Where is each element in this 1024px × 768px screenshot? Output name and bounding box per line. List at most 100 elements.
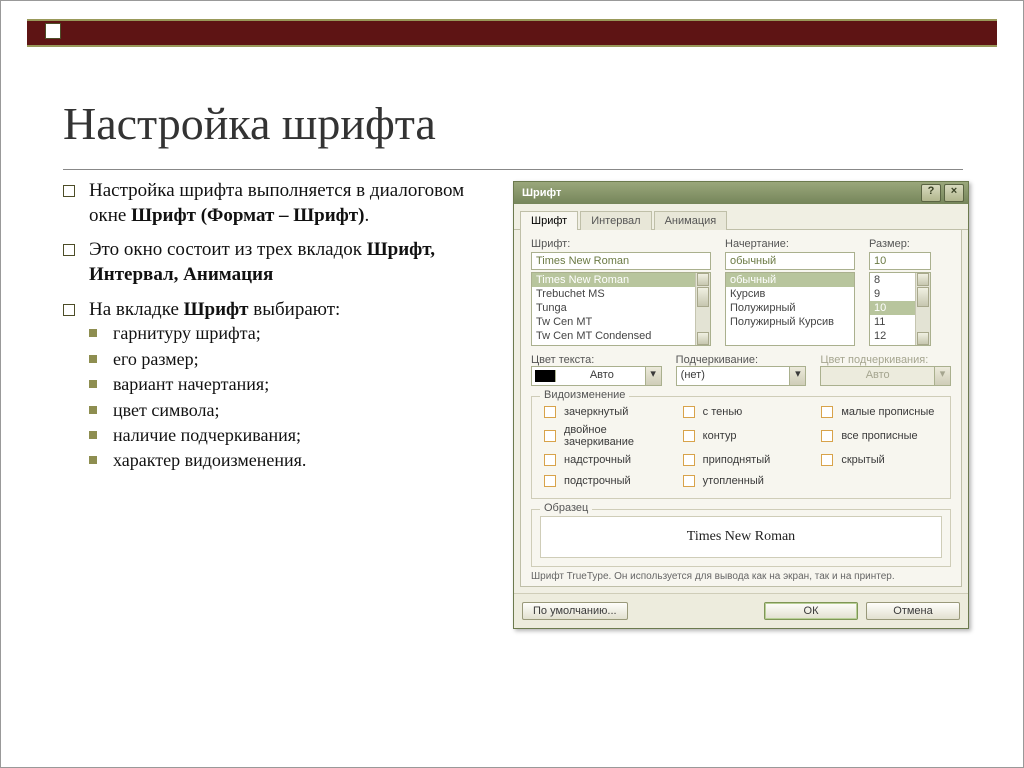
effect-checkbox[interactable]: зачеркнутый: [540, 403, 665, 421]
help-button[interactable]: ?: [921, 184, 941, 202]
slide: Настройка шрифта Настройка шрифта выполн…: [0, 0, 1024, 768]
effect-checkbox[interactable]: надстрочный: [540, 451, 665, 469]
chevron-down-icon[interactable]: ▾: [789, 367, 805, 385]
scroll-down-icon[interactable]: [917, 332, 929, 345]
underline-value: (нет): [677, 367, 790, 385]
slide-content: Настройка шрифта выполняется в диалогово…: [63, 179, 483, 483]
underline-combo[interactable]: (нет) ▾: [676, 366, 807, 386]
close-button[interactable]: ×: [944, 184, 964, 202]
label-underline: Подчеркивание:: [676, 354, 758, 366]
list-item[interactable]: Tw Cen MT Condensed: [532, 329, 710, 343]
scroll-thumb[interactable]: [917, 287, 929, 307]
scroll-up-icon[interactable]: [917, 273, 929, 286]
tab-interval[interactable]: Интервал: [580, 211, 651, 230]
checkbox-input[interactable]: [821, 406, 833, 418]
default-button[interactable]: По умолчанию...: [522, 602, 628, 620]
effect-checkbox[interactable]: двойное зачеркивание: [540, 424, 665, 448]
font-input[interactable]: [531, 252, 711, 270]
list-item[interactable]: Trebuchet MS: [532, 287, 710, 301]
scroll-up-icon[interactable]: [697, 273, 709, 286]
checkbox-input[interactable]: [544, 430, 556, 442]
style-listbox[interactable]: обычныйКурсивПолужирныйПолужирный Курсив: [725, 272, 855, 346]
checkbox-input[interactable]: [683, 475, 695, 487]
checkbox-input[interactable]: [821, 454, 833, 466]
cancel-button[interactable]: Отмена: [866, 602, 960, 620]
chevron-down-icon[interactable]: ▾: [645, 367, 661, 385]
effect-checkbox[interactable]: все прописные: [817, 424, 942, 448]
effect-label: приподнятый: [703, 454, 771, 466]
checkbox-input[interactable]: [821, 430, 833, 442]
list-item[interactable]: Курсив: [726, 287, 854, 301]
effect-label: подстрочный: [564, 475, 631, 487]
color-swatch-icon: [535, 370, 556, 382]
sample-legend: Образец: [540, 502, 592, 514]
dialog-titlebar[interactable]: Шрифт ? ×: [514, 182, 968, 204]
tab-font[interactable]: Шрифт: [520, 211, 578, 230]
label-font: Шрифт:: [531, 238, 711, 250]
sub-bullet-item: цвет символа;: [89, 399, 483, 422]
bullet-item: Настройка шрифта выполняется в диалогово…: [63, 179, 483, 228]
sub-bullet-item: вариант начертания;: [89, 373, 483, 396]
scrollbar[interactable]: [915, 273, 930, 345]
bullet-item: Это окно состоит из трех вкладок Шрифт, …: [63, 238, 483, 287]
sample-fieldset: Образец Times New Roman: [531, 509, 951, 567]
list-item[interactable]: обычный: [726, 273, 854, 287]
list-item[interactable]: Tunga: [532, 301, 710, 315]
slide-title: Настройка шрифта: [63, 97, 436, 150]
style-input[interactable]: [725, 252, 855, 270]
effect-label: с тенью: [703, 406, 743, 418]
label-style: Начертание:: [725, 238, 855, 250]
text-color-value: Авто: [559, 367, 645, 385]
dialog-panel: Шрифт: Times New RomanTrebuchet MSTungaT…: [520, 230, 962, 587]
titlebar-buttons: ? ×: [921, 184, 964, 202]
slide-deco-bar: [27, 19, 997, 47]
scrollbar[interactable]: [695, 273, 710, 345]
sub-bullet-item: его размер;: [89, 348, 483, 371]
text-color-combo[interactable]: Авто ▾: [531, 366, 662, 386]
effect-checkbox[interactable]: скрытый: [817, 451, 942, 469]
effect-label: двойное зачеркивание: [564, 424, 665, 448]
list-item[interactable]: Полужирный: [726, 301, 854, 315]
effect-checkbox[interactable]: подстрочный: [540, 472, 665, 490]
effect-checkbox[interactable]: с тенью: [679, 403, 804, 421]
size-input[interactable]: [869, 252, 931, 270]
checkbox-input[interactable]: [544, 475, 556, 487]
font-listbox[interactable]: Times New RomanTrebuchet MSTungaTw Cen M…: [531, 272, 711, 346]
list-item[interactable]: Tw Cen MT: [532, 315, 710, 329]
list-item[interactable]: Times New Roman: [532, 273, 710, 287]
list-item[interactable]: Полужирный Курсив: [726, 315, 854, 329]
effect-label: надстрочный: [564, 454, 631, 466]
effect-label: зачеркнутый: [564, 406, 628, 418]
label-text-color: Цвет текста:: [531, 354, 594, 366]
slide-deco-square: [45, 23, 61, 39]
checkbox-input[interactable]: [544, 406, 556, 418]
checkbox-input[interactable]: [683, 430, 695, 442]
sub-bullet-item: характер видоизменения.: [89, 449, 483, 472]
ok-button[interactable]: ОК: [764, 602, 858, 620]
size-listbox[interactable]: 89101112: [869, 272, 931, 346]
scroll-down-icon[interactable]: [697, 332, 709, 345]
checkbox-input[interactable]: [683, 454, 695, 466]
sub-bullet-list: гарнитуру шрифта;его размер;вариант наче…: [89, 322, 483, 472]
effect-checkbox[interactable]: малые прописные: [817, 403, 942, 421]
dialog-title: Шрифт: [522, 187, 561, 199]
scroll-thumb[interactable]: [697, 287, 709, 307]
label-size: Размер:: [869, 238, 931, 250]
bullet-item: На вкладке Шрифт выбирают:гарнитуру шриф…: [63, 298, 483, 473]
effect-checkbox[interactable]: утопленный: [679, 472, 804, 490]
font-dialog: Шрифт ? × Шрифт Интервал Анимация Шрифт:…: [513, 181, 969, 629]
bullet-list: Настройка шрифта выполняется в диалогово…: [63, 179, 483, 473]
chevron-down-icon: ▾: [934, 367, 950, 385]
underline-color-combo: Авто ▾: [820, 366, 951, 386]
sample-preview: Times New Roman: [540, 516, 942, 558]
effect-label: утопленный: [703, 475, 764, 487]
checkbox-input[interactable]: [544, 454, 556, 466]
underline-color-value: Авто: [821, 367, 934, 385]
effects-fieldset: Видоизменение зачеркнутыйс теньюмалые пр…: [531, 396, 951, 499]
effect-checkbox[interactable]: приподнятый: [679, 451, 804, 469]
hint-text: Шрифт TrueType. Он используется для выво…: [531, 571, 951, 582]
effect-checkbox[interactable]: контур: [679, 424, 804, 448]
tab-animation[interactable]: Анимация: [654, 211, 728, 230]
effect-label: все прописные: [841, 430, 917, 442]
checkbox-input[interactable]: [683, 406, 695, 418]
